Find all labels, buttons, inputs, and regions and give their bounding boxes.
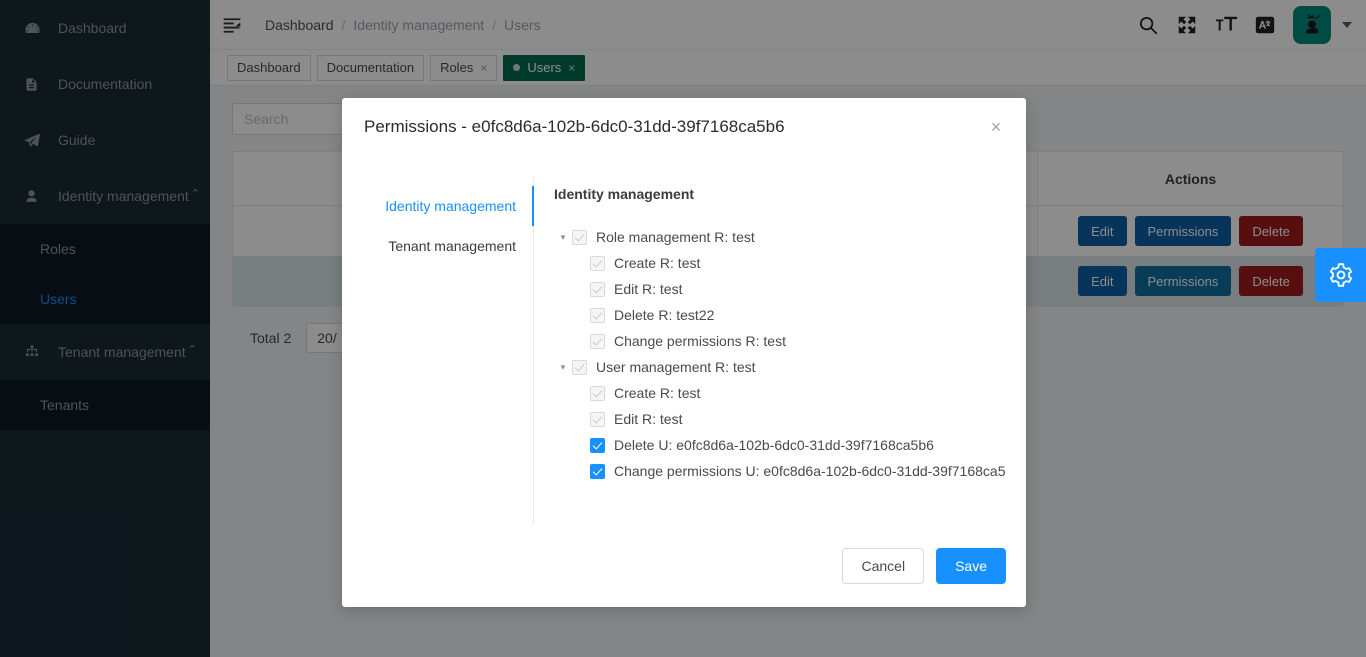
tree-node-user-change-permissions[interactable]: Change permissions U: e0fc8d6a-102b-6dc0… <box>554 458 1006 484</box>
checkbox <box>590 255 605 271</box>
tree-node-label: Create R: test <box>614 385 701 401</box>
cancel-button[interactable]: Cancel <box>842 547 925 584</box>
tree-node-role-delete[interactable]: Delete R: test22 <box>554 302 1006 328</box>
tree-node-label: Change permissions R: test <box>614 333 786 349</box>
gear-icon <box>1328 262 1354 288</box>
checkbox <box>572 229 587 245</box>
panel-title: Identity management <box>554 186 695 202</box>
tree-node-label: Change permissions U: e0fc8d6a-102b-6dc0… <box>614 463 1006 479</box>
tree-node-user-create[interactable]: Create R: test <box>554 380 1006 406</box>
chevron-down-icon[interactable]: ▾ <box>554 232 572 243</box>
checkbox[interactable] <box>590 437 605 453</box>
modal-tab-panel: Identity management ▾ Role management R:… <box>534 178 1006 524</box>
tree-node-role-management[interactable]: ▾ Role management R: test <box>554 224 1006 250</box>
tab-label: Tenant management <box>388 238 516 254</box>
tab-label: Identity management <box>385 198 516 214</box>
checkbox <box>590 333 605 349</box>
chevron-down-icon[interactable]: ▾ <box>554 362 572 373</box>
permissions-modal: Permissions - e0fc8d6a-102b-6dc0-31dd-39… <box>342 98 1026 607</box>
tree-node-label: Edit R: test <box>614 411 683 427</box>
tab-tenant-management[interactable]: Tenant management <box>364 226 516 266</box>
modal-body: Identity management Tenant management Id… <box>342 156 1026 524</box>
permissions-tree: ▾ Role management R: test Create R: test… <box>554 224 1006 484</box>
checkbox <box>572 359 587 375</box>
tab-identity-management[interactable]: Identity management <box>364 186 516 226</box>
save-button[interactable]: Save <box>936 547 1006 584</box>
modal-header: Permissions - e0fc8d6a-102b-6dc0-31dd-39… <box>342 98 1026 156</box>
close-icon[interactable]: × <box>986 118 1006 136</box>
tree-node-user-management[interactable]: ▾ User management R: test <box>554 354 1006 380</box>
tree-node-label: Edit R: test <box>614 281 683 297</box>
active-tab-indicator <box>532 186 534 226</box>
tree-node-label: User management R: test <box>596 359 756 375</box>
tree-node-user-edit[interactable]: Edit R: test <box>554 406 1006 432</box>
tree-node-label: Create R: test <box>614 255 701 271</box>
checkbox[interactable] <box>590 463 605 479</box>
tree-node-role-change-permissions[interactable]: Change permissions R: test <box>554 328 1006 354</box>
checkbox <box>590 411 605 427</box>
modal-title: Permissions - e0fc8d6a-102b-6dc0-31dd-39… <box>364 117 785 136</box>
tree-node-label: Delete R: test22 <box>614 307 715 323</box>
checkbox <box>590 307 605 323</box>
checkbox <box>590 281 605 297</box>
checkbox <box>590 385 605 401</box>
tree-node-label: Delete U: e0fc8d6a-102b-6dc0-31dd-39f716… <box>614 437 934 453</box>
tree-node-user-delete[interactable]: Delete U: e0fc8d6a-102b-6dc0-31dd-39f716… <box>554 432 1006 458</box>
tree-node-role-create[interactable]: Create R: test <box>554 250 1006 276</box>
modal-footer: Cancel Save <box>342 524 1026 607</box>
tree-node-label: Role management R: test <box>596 229 755 245</box>
tree-node-role-edit[interactable]: Edit R: test <box>554 276 1006 302</box>
app-root: Dashboard Documentation Guide Identity m… <box>0 0 1366 657</box>
settings-gear-button[interactable] <box>1315 248 1366 302</box>
modal-tab-list: Identity management Tenant management <box>364 178 534 524</box>
